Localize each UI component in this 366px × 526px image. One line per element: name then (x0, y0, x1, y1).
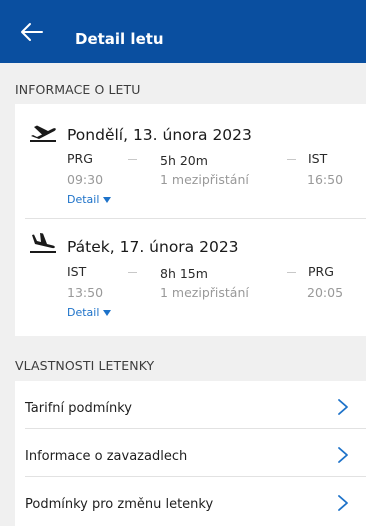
arrival-time: 20:05 (307, 285, 344, 300)
list-item-change-conditions[interactable]: Podmínky pro změnu letenky (15, 477, 366, 524)
arrival-airport-code: IST (308, 151, 328, 166)
flight-duration: 8h 15m (160, 266, 208, 281)
caret-down-icon (103, 196, 112, 203)
page-title: Detail letu (75, 30, 164, 48)
ticket-properties-list: Tarifní podmínky Informace o zavazadlech… (15, 381, 366, 526)
chevron-right-icon (338, 495, 348, 511)
chevron-right-icon (338, 399, 348, 415)
flight-duration: 5h 20m (160, 153, 208, 168)
list-item-label: Podmínky pro změnu letenky (25, 497, 214, 512)
section-title-ticket-properties: VLASTNOSTI LETENKY (15, 358, 155, 373)
divider-dash (128, 272, 137, 273)
arrival-time: 16:50 (307, 172, 344, 187)
app-bar: Detail letu (0, 0, 366, 63)
chevron-right-icon (338, 447, 348, 463)
detail-toggle[interactable]: Detail (67, 193, 112, 206)
plane-landing-icon (30, 233, 56, 253)
caret-down-icon (103, 309, 112, 316)
divider-dash (287, 159, 296, 160)
arrival-airport-code: PRG (308, 264, 334, 279)
list-item-label: Tarifní podmínky (25, 401, 133, 416)
departure-time: 09:30 (67, 172, 104, 187)
departure-airport-code: PRG (67, 151, 93, 166)
flight-outbound: Pondělí, 13. února 2023 PRG 5h 20m IST 0… (15, 104, 366, 218)
list-item-label: Informace o zavazadlech (25, 449, 188, 464)
stops-info: 1 mezipřistání (160, 285, 249, 300)
list-item-fare-conditions[interactable]: Tarifní podmínky (15, 381, 366, 428)
flight-info-card: Pondělí, 13. února 2023 PRG 5h 20m IST 0… (15, 104, 366, 336)
divider-dash (287, 272, 296, 273)
arrow-left-icon[interactable] (20, 22, 44, 42)
detail-toggle-label: Detail (67, 193, 100, 206)
departure-airport-code: IST (67, 264, 87, 279)
plane-takeoff-icon (30, 125, 56, 142)
list-item-baggage-info[interactable]: Informace o zavazadlech (15, 429, 366, 476)
stops-info: 1 mezipřistání (160, 172, 249, 187)
departure-time: 13:50 (67, 285, 104, 300)
detail-toggle[interactable]: Detail (67, 306, 112, 319)
divider-dash (128, 159, 137, 160)
flight-date: Pátek, 17. února 2023 (67, 238, 239, 256)
flight-return: Pátek, 17. února 2023 IST 8h 15m PRG 13:… (15, 218, 366, 332)
section-title-flight-info: INFORMACE O LETU (15, 82, 141, 97)
flight-date: Pondělí, 13. února 2023 (67, 126, 252, 144)
detail-toggle-label: Detail (67, 306, 100, 319)
